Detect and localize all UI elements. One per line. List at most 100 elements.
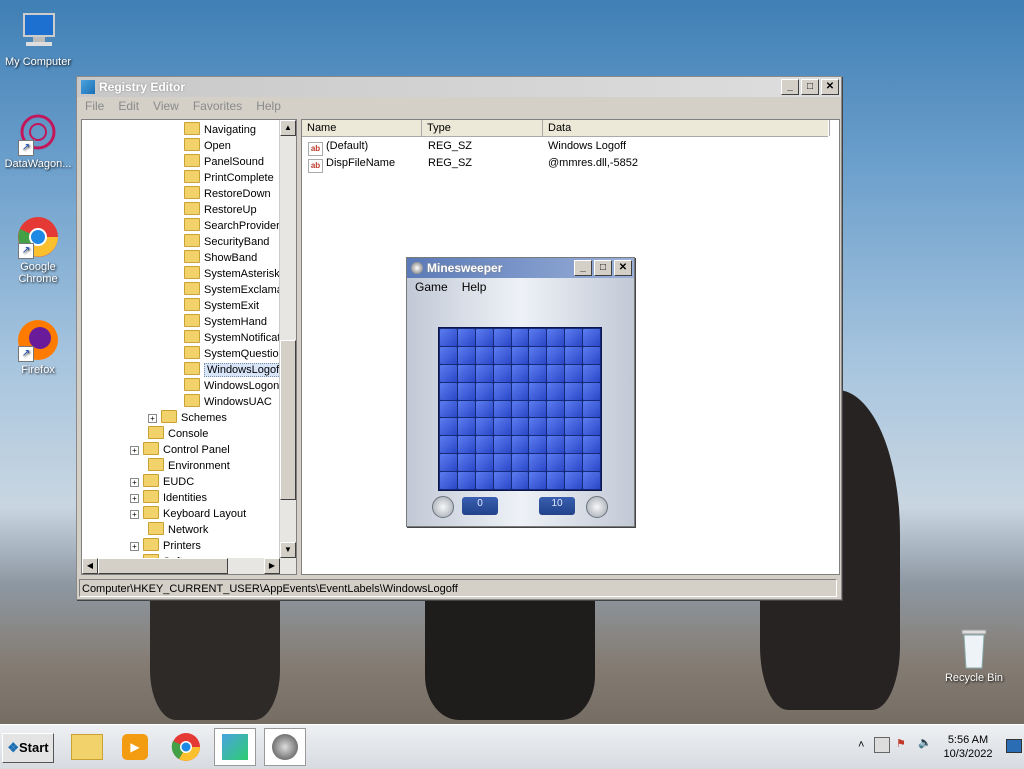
registry-tree[interactable]: +Software+PrintersNetwork+Keyboard Layou…	[81, 119, 297, 575]
mine-cell[interactable]	[457, 364, 475, 382]
scroll-left-button[interactable]: ◀	[82, 558, 98, 574]
expand-icon[interactable]: +	[130, 446, 139, 455]
mine-cell[interactable]	[493, 400, 511, 418]
network-icon[interactable]	[874, 737, 890, 753]
mine-cell[interactable]	[440, 472, 457, 489]
tree-node[interactable]: Navigating	[184, 122, 256, 138]
mine-cell[interactable]	[457, 346, 475, 364]
mine-cell[interactable]	[457, 418, 475, 436]
mine-cell[interactable]	[493, 329, 511, 346]
mine-cell[interactable]	[511, 436, 529, 454]
minesweeper-titlebar[interactable]: Minesweeper _ □ ✕	[407, 258, 634, 278]
mine-cell[interactable]	[457, 400, 475, 418]
tree-node[interactable]: SystemAsterisk	[184, 266, 280, 282]
registry-editor-titlebar[interactable]: Registry Editor _ □ ✕	[77, 77, 841, 97]
mine-cell[interactable]	[457, 472, 475, 489]
mine-cell[interactable]	[493, 364, 511, 382]
tree-node[interactable]: + Control Panel	[130, 442, 230, 458]
desktop-icon-recycle-bin[interactable]: Recycle Bin	[936, 626, 1012, 684]
minimize-button[interactable]: _	[574, 260, 592, 276]
menu-game[interactable]: Game	[415, 280, 448, 294]
mine-cell[interactable]	[511, 329, 529, 346]
tree-node[interactable]: ShowBand	[184, 250, 257, 266]
mine-cell[interactable]	[440, 436, 457, 454]
scroll-down-button[interactable]: ▼	[280, 542, 296, 558]
mine-cell[interactable]	[440, 454, 457, 472]
tree-node[interactable]: + Printers	[130, 538, 201, 554]
start-button[interactable]: ❖Start	[2, 733, 54, 763]
tree-node[interactable]: PrintComplete	[184, 170, 274, 186]
mine-cell[interactable]	[529, 382, 547, 400]
tree-node[interactable]: SystemHand	[184, 314, 267, 330]
tree-node[interactable]: Open	[184, 138, 231, 154]
mine-cell[interactable]	[475, 418, 493, 436]
mine-cell[interactable]	[583, 346, 600, 364]
taskbar-explorer[interactable]	[66, 728, 108, 766]
tree-horizontal-scrollbar[interactable]: ◀ ▶	[82, 558, 280, 574]
mine-cell[interactable]	[583, 364, 600, 382]
mine-cell[interactable]	[493, 436, 511, 454]
mine-cell[interactable]	[493, 418, 511, 436]
desktop-icon-firefox[interactable]: ↗ Firefox	[0, 318, 76, 376]
minefield-grid[interactable]	[438, 327, 602, 491]
mine-cell[interactable]	[529, 400, 547, 418]
mine-cell[interactable]	[457, 436, 475, 454]
tree-node[interactable]: SecurityBand	[184, 234, 269, 250]
column-header-data[interactable]: Data	[543, 120, 830, 136]
mine-cell[interactable]	[457, 454, 475, 472]
mine-cell[interactable]	[440, 346, 457, 364]
mine-cell[interactable]	[583, 454, 600, 472]
mine-cell[interactable]	[511, 400, 529, 418]
mine-cell[interactable]	[511, 382, 529, 400]
mine-cell[interactable]	[511, 472, 529, 489]
taskbar-regedit[interactable]	[214, 728, 256, 766]
menu-file[interactable]: File	[85, 99, 104, 113]
mine-cell[interactable]	[565, 436, 583, 454]
mine-cell[interactable]	[547, 436, 565, 454]
mine-cell[interactable]	[547, 472, 565, 489]
tree-node[interactable]: PanelSound	[184, 154, 264, 170]
tree-node[interactable]: WindowsLogon	[184, 378, 279, 394]
tree-node[interactable]: SystemExit	[184, 298, 259, 314]
expand-icon[interactable]: +	[130, 542, 139, 551]
mine-cell[interactable]	[440, 382, 457, 400]
menu-favorites[interactable]: Favorites	[193, 99, 242, 113]
mine-cell[interactable]	[529, 436, 547, 454]
desktop-icon-datawagon[interactable]: ↗ DataWagon...	[0, 112, 76, 170]
mine-cell[interactable]	[440, 329, 457, 346]
mine-cell[interactable]	[440, 418, 457, 436]
column-header-type[interactable]: Type	[422, 120, 543, 136]
mine-cell[interactable]	[529, 418, 547, 436]
mine-cell[interactable]	[511, 418, 529, 436]
column-header-name[interactable]: Name	[302, 120, 422, 136]
mine-cell[interactable]	[547, 400, 565, 418]
mine-cell[interactable]	[475, 400, 493, 418]
minimize-button[interactable]: _	[781, 79, 799, 95]
expand-icon[interactable]: +	[130, 494, 139, 503]
mine-cell[interactable]	[475, 329, 493, 346]
mine-cell[interactable]	[475, 382, 493, 400]
mine-cell[interactable]	[583, 382, 600, 400]
mine-cell[interactable]	[565, 400, 583, 418]
mine-cell[interactable]	[565, 418, 583, 436]
taskbar-minesweeper[interactable]	[264, 728, 306, 766]
list-item[interactable]: ab DispFileName REG_SZ @mmres.dll,-5852	[302, 155, 828, 173]
taskbar-chrome[interactable]	[165, 728, 207, 766]
mine-cell[interactable]	[475, 454, 493, 472]
tree-node[interactable]: SearchProviderD	[184, 218, 288, 234]
menu-help[interactable]: Help	[256, 99, 281, 113]
mine-cell[interactable]	[475, 436, 493, 454]
maximize-button[interactable]: □	[801, 79, 819, 95]
close-button[interactable]: ✕	[614, 260, 632, 276]
tree-node[interactable]: SystemNotificati	[184, 330, 283, 346]
mine-cell[interactable]	[529, 364, 547, 382]
mine-cell[interactable]	[547, 329, 565, 346]
mine-cell[interactable]	[583, 436, 600, 454]
mine-cell[interactable]	[565, 346, 583, 364]
mine-cell[interactable]	[493, 454, 511, 472]
mine-cell[interactable]	[565, 364, 583, 382]
expand-icon[interactable]: +	[130, 510, 139, 519]
volume-icon[interactable]: 🔈	[918, 736, 932, 749]
tree-node[interactable]: WindowsLogoff	[184, 362, 286, 378]
menu-edit[interactable]: Edit	[118, 99, 139, 113]
